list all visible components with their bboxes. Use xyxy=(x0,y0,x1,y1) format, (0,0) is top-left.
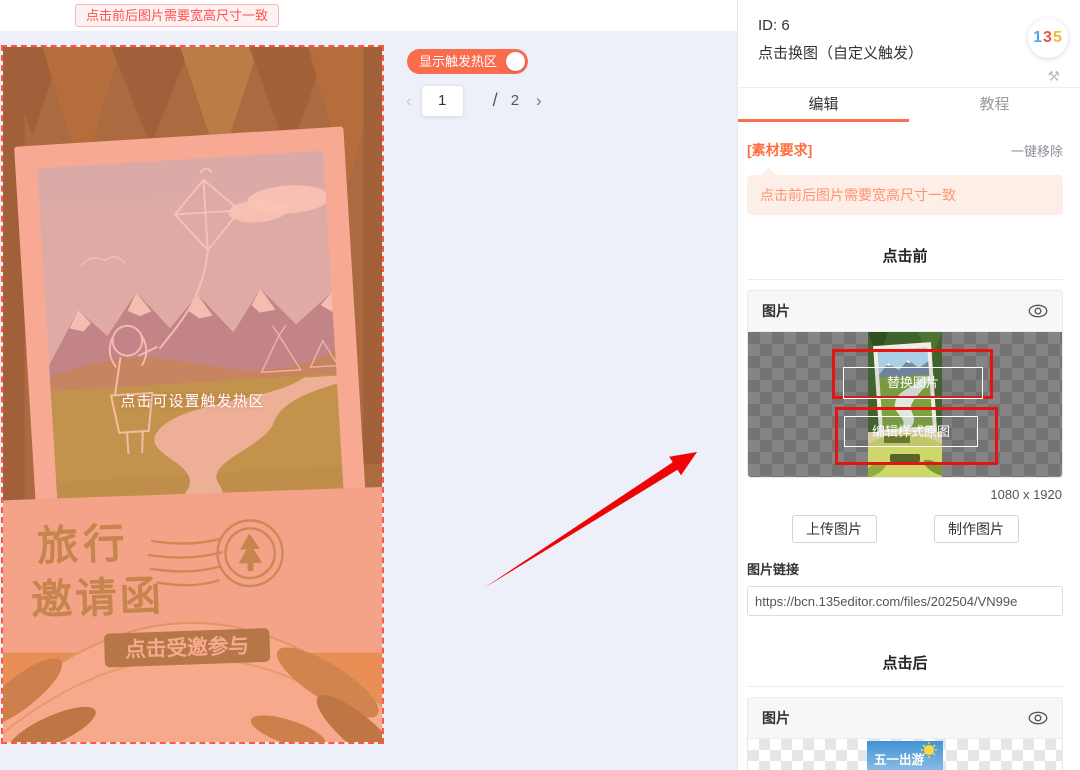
page-separator: / xyxy=(492,90,498,110)
logo-digit-1: 1 xyxy=(1033,29,1044,46)
one-click-remove-button[interactable]: 一键移除 xyxy=(1011,141,1063,160)
logo-digit-5: 5 xyxy=(1052,29,1063,46)
visibility-eye-icon[interactable] xyxy=(1028,711,1048,725)
page-total: 2 xyxy=(510,92,520,109)
next-page-icon[interactable]: › xyxy=(536,91,542,111)
size-requirement-badge: 点击前后图片需要宽高尺寸一致 xyxy=(75,4,280,27)
requirement-notice: 点击前后图片需要宽高尺寸一致 xyxy=(747,175,1063,215)
edit-style-original-button[interactable]: 编辑样式原图 xyxy=(844,416,978,447)
tab-edit[interactable]: 编辑 xyxy=(738,88,909,122)
after-thumb-text-1: 五一出游 xyxy=(874,752,925,767)
before-click-title: 点击前 xyxy=(882,248,928,265)
show-hotspot-toggle[interactable]: 显示触发热区 xyxy=(407,49,528,74)
divider xyxy=(747,686,1063,687)
image-card-title: 图片 xyxy=(762,710,790,726)
before-image-card: 图片 替换图片 编辑样式原图 xyxy=(747,290,1063,478)
after-click-title: 点击后 xyxy=(882,655,928,672)
panel-body: [素材要求] 一键移除 点击前后图片需要宽高尺寸一致 点击前 图片 替换图片 编… xyxy=(738,122,1080,770)
image-link-label: 图片链接 xyxy=(747,562,800,577)
divider xyxy=(747,279,1063,280)
toggle-knob xyxy=(506,52,525,71)
show-hotspot-toggle-label: 显示触发热区 xyxy=(419,54,498,69)
upload-image-button[interactable]: 上传图片 xyxy=(791,515,877,543)
hotspot-hint-text: 点击可设置触发热区 xyxy=(120,393,265,410)
properties-panel: ID: 6 点击换图（自定义触发） 135 ⚒ 编辑 教程 [素材要求] 一键移… xyxy=(737,0,1080,770)
after-image-preview: 五一出游 来伊利 xyxy=(748,739,1062,770)
component-id: ID: 6 xyxy=(758,17,790,34)
prev-page-icon[interactable]: ‹ xyxy=(406,91,412,111)
component-title: 点击换图（自定义触发） xyxy=(758,45,924,62)
tab-tutorial[interactable]: 教程 xyxy=(909,88,1080,122)
make-image-button[interactable]: 制作图片 xyxy=(933,515,1019,543)
page-number-input[interactable] xyxy=(420,84,464,117)
visibility-eye-icon[interactable] xyxy=(1028,304,1048,318)
tools-icon[interactable]: ⚒ xyxy=(1047,68,1060,85)
image-link-input[interactable] xyxy=(747,586,1063,616)
135editor-logo[interactable]: 135 xyxy=(1028,18,1068,58)
material-requirement-label: [素材要求] xyxy=(747,142,813,158)
logo-digit-3: 3 xyxy=(1043,29,1053,46)
image-dimensions: 1080 x 1920 xyxy=(990,487,1062,502)
replace-image-button[interactable]: 替换图片 xyxy=(843,367,983,399)
after-image-thumbnail: 五一出游 来伊利 xyxy=(867,741,943,770)
panel-tabs: 编辑 教程 xyxy=(738,87,1080,122)
editor-window: 点击前后图片需要宽高尺寸一致 旅行 邀请函 点击受邀参与 点击可设置触发热区 显… xyxy=(0,0,1080,770)
before-image-preview: 替换图片 编辑样式原图 xyxy=(748,332,1062,477)
panel-header: ID: 6 点击换图（自定义触发） 135 ⚒ xyxy=(738,0,1080,87)
image-card-title: 图片 xyxy=(762,303,790,319)
pagination: ‹ / 2 › xyxy=(406,84,542,117)
after-image-card: 图片 五一出游 xyxy=(747,697,1063,770)
poster-hotspot-area[interactable]: 旅行 邀请函 点击受邀参与 点击可设置触发热区 xyxy=(1,45,384,744)
